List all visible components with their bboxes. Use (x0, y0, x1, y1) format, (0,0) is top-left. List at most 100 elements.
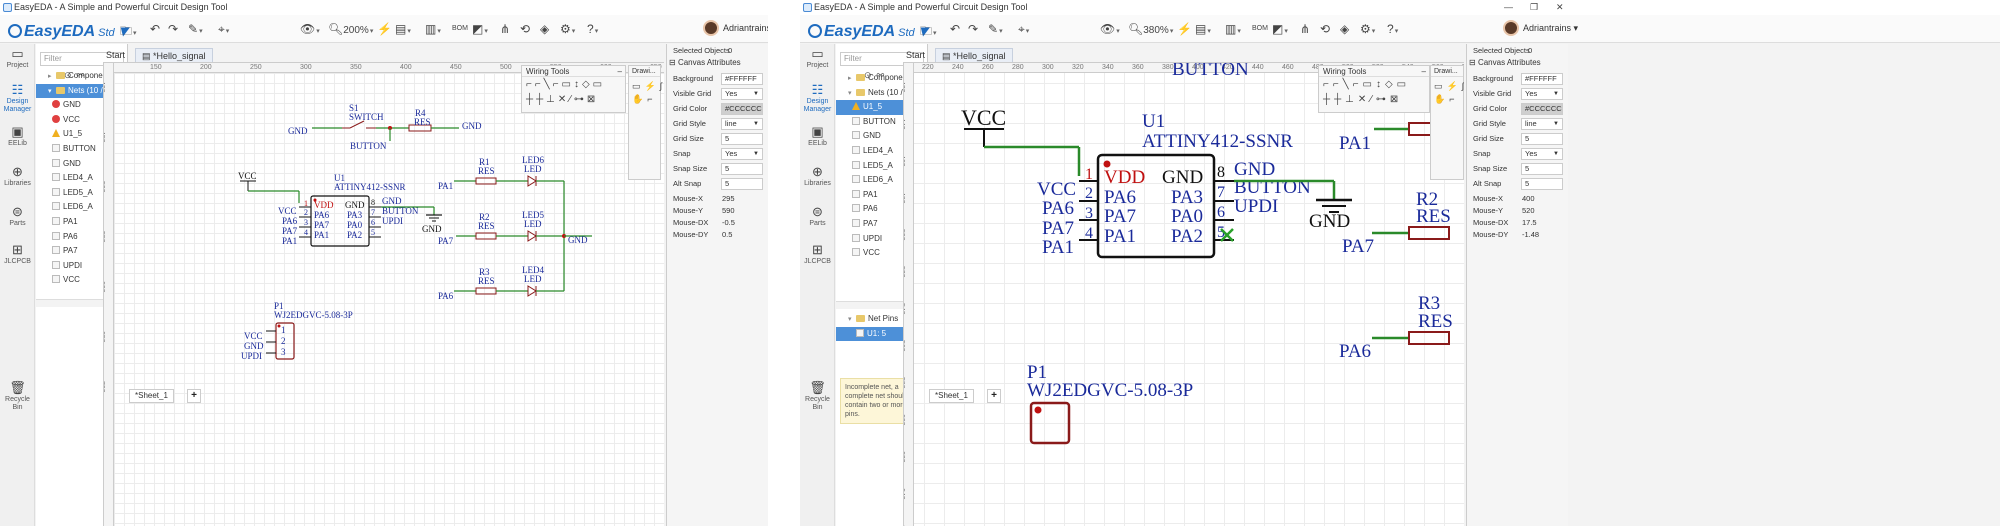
zoom-control[interactable]: 🔍︎200%▾ (328, 22, 373, 36)
bom-button[interactable]: BOM (452, 25, 468, 32)
attr-value-field[interactable]: 5 (1521, 163, 1563, 175)
wiring-tool-row-2[interactable]: ┼┼⊥✕∕⊶⊠ (1323, 94, 1402, 106)
nav-recycle-bin[interactable]: 🗑︎ Recycle Bin (0, 380, 35, 412)
attr-value-field[interactable]: 5 (721, 133, 763, 145)
attr-value-field[interactable]: 5 (1521, 133, 1563, 145)
netlist-icon[interactable]: ▤▾ (1195, 22, 1211, 36)
tab-hello-signal[interactable]: ▤ *Hello_signal (135, 48, 213, 62)
layers-icon[interactable]: ◈ (540, 22, 549, 36)
net-item-label: VCC (63, 275, 80, 285)
attr-value-field[interactable]: #FFFFFF (1521, 73, 1563, 85)
view-menu-icon[interactable]: 👁▾ (300, 22, 320, 36)
tab-start[interactable]: Start (100, 48, 131, 62)
nav-design-manager[interactable]: ☷ Design Manager (0, 82, 35, 114)
schematic-canvas[interactable]: 150200250300350400450500550600650 400450… (103, 62, 664, 526)
minimize-icon[interactable]: – (618, 66, 622, 77)
easyeda-logo[interactable]: EasyEDA Std ▾ (8, 21, 127, 41)
nav-project[interactable]: ▭ Project (800, 46, 835, 70)
file-menu-icon[interactable]: 🗀▾ (120, 22, 137, 43)
u1-pin-pa6: PA6 (1104, 187, 1136, 208)
design-check-icon[interactable]: ⚡ (1177, 22, 1192, 36)
tab-hello-signal[interactable]: ▤ *Hello_signal (935, 48, 1013, 62)
gear-icon[interactable]: ⚙▾ (560, 22, 575, 36)
file-menu-icon[interactable]: 🗀▾ (920, 22, 937, 43)
attr-value-field[interactable]: 5 (1521, 178, 1563, 190)
drawing-tool-grid[interactable]: ▭⚡∫◐➤T✎▭⊃○◖▣✋⌐ (632, 80, 664, 106)
theme-icon[interactable]: ◩▾ (472, 22, 488, 36)
history-icon[interactable]: ⟲ (520, 22, 530, 36)
nav-parts[interactable]: ⊜ Parts (0, 204, 35, 228)
attr-value-field[interactable]: line ▼ (1521, 118, 1563, 130)
canvas-attributes-header[interactable]: ⊟ Canvas Attributes (669, 58, 741, 67)
share-icon[interactable]: ⋔ (1300, 22, 1310, 36)
redo-icon[interactable]: ↷ (168, 22, 178, 36)
help-icon[interactable]: ?▾ (1387, 22, 1398, 36)
netlist-icon[interactable]: ▤▾ (395, 22, 411, 36)
nav-eelib[interactable]: ▣ EELib (800, 124, 835, 148)
zoom-control[interactable]: 🔍︎380%▾ (1128, 22, 1173, 36)
attr-value-field[interactable]: Yes ▼ (1521, 88, 1563, 100)
attr-value-field[interactable]: 5 (721, 163, 763, 175)
theme-icon[interactable]: ◩▾ (1272, 22, 1288, 36)
attr-value-field[interactable]: #CCCCCC (1521, 103, 1563, 115)
schematic-canvas[interactable]: 220 240 260 280 300 320 340 360 380 400 420 440 460 4… (903, 62, 1464, 526)
net-pa1-u1: PA1 (282, 236, 297, 246)
fabrication-icon[interactable]: ▥▾ (1225, 22, 1241, 36)
attr-value-field[interactable]: Yes ▼ (721, 88, 763, 100)
help-icon[interactable]: ?▾ (587, 22, 598, 36)
user-menu[interactable]: Adriantrains ▾ (1503, 20, 1578, 36)
attr-value-field[interactable]: 5 (721, 178, 763, 190)
wiring-tool-row-1[interactable]: ⌐⌐╲⌐▭↕◇▭ (526, 79, 605, 91)
wiring-tool-row-2[interactable]: ┼┼⊥✕∕⊶⊠ (526, 94, 598, 106)
canvas-attributes-header[interactable]: ⊟ Canvas Attributes (1469, 58, 1541, 67)
wiring-tools-header: Wiring Tools – (1319, 66, 1429, 77)
add-sheet-button[interactable]: + (987, 389, 1001, 403)
maximize-window-button[interactable]: ❐ (1530, 0, 1538, 15)
nav-jlcpcb[interactable]: ⊞ JLCPCB (0, 242, 35, 266)
title-bar: EasyEDA - A Simple and Powerful Circuit … (0, 0, 768, 15)
gear-icon[interactable]: ⚙▾ (1360, 22, 1375, 36)
nav-libraries[interactable]: ⊕ Libraries (0, 164, 35, 188)
nav-parts[interactable]: ⊜ Parts (800, 204, 835, 228)
share-icon[interactable]: ⋔ (500, 22, 510, 36)
redo-icon[interactable]: ↷ (968, 22, 978, 36)
close-window-button[interactable]: ✕ (1556, 0, 1564, 15)
nav-jlcpcb[interactable]: ⊞ JLCPCB (800, 242, 835, 266)
nav-eelib[interactable]: ▣ EELib (0, 124, 35, 148)
place-menu-icon[interactable]: ⌖▾ (1018, 22, 1029, 37)
layers-icon[interactable]: ◈ (1340, 22, 1349, 36)
design-check-icon[interactable]: ⚡ (377, 22, 392, 36)
draw-menu-icon[interactable]: ✎▾ (188, 22, 203, 36)
attr-value-field[interactable]: #FFFFFF (721, 73, 763, 85)
minimize-icon[interactable]: – (1422, 66, 1426, 77)
u1-pin-pa1: PA1 (314, 230, 329, 240)
undo-icon[interactable]: ↶ (950, 22, 960, 36)
attr-value-field[interactable]: Yes ▼ (1521, 148, 1563, 160)
tab-start[interactable]: Start (900, 48, 931, 62)
fabrication-icon[interactable]: ▥▾ (425, 22, 441, 36)
nav-libraries[interactable]: ⊕ Libraries (800, 164, 835, 188)
bom-button[interactable]: BOM (1252, 25, 1268, 32)
undo-icon[interactable]: ↶ (150, 22, 160, 36)
attr-value-field[interactable]: line ▼ (721, 118, 763, 130)
nav-recycle-bin[interactable]: 🗑︎ Recycle Bin (800, 380, 835, 412)
user-menu[interactable]: Adriantrains ▾ (703, 20, 768, 36)
net-pa6-led: PA6 (438, 291, 454, 301)
nav-design-manager[interactable]: ☷ Design Manager (800, 82, 835, 114)
attr-value-field[interactable]: Yes ▼ (721, 148, 763, 160)
wiring-tool-row-1[interactable]: ⌐⌐╲⌐▭↕◇▭ (1323, 79, 1410, 91)
minimize-window-button[interactable]: — (1504, 0, 1513, 15)
drawing-tool-grid[interactable]: ▭⚡∫◐➤T✎▭⊃○◖▣✋⌐ (1434, 80, 1464, 106)
sheet-tab[interactable]: *Sheet_1 (129, 389, 174, 403)
attr-value-field[interactable]: #CCCCCC (721, 103, 763, 115)
draw-menu-icon[interactable]: ✎▾ (988, 22, 1003, 36)
selected-objects-label: Selected Objects (673, 46, 730, 55)
app-icon (803, 3, 812, 12)
sheet-tab[interactable]: *Sheet_1 (929, 389, 974, 403)
view-menu-icon[interactable]: 👁▾ (1100, 22, 1120, 36)
nav-project[interactable]: ▭ Project (0, 46, 35, 70)
place-menu-icon[interactable]: ⌖▾ (218, 22, 229, 37)
add-sheet-button[interactable]: + (187, 389, 201, 403)
easyeda-logo[interactable]: EasyEDA Std ▾ (808, 21, 927, 41)
history-icon[interactable]: ⟲ (1320, 22, 1330, 36)
